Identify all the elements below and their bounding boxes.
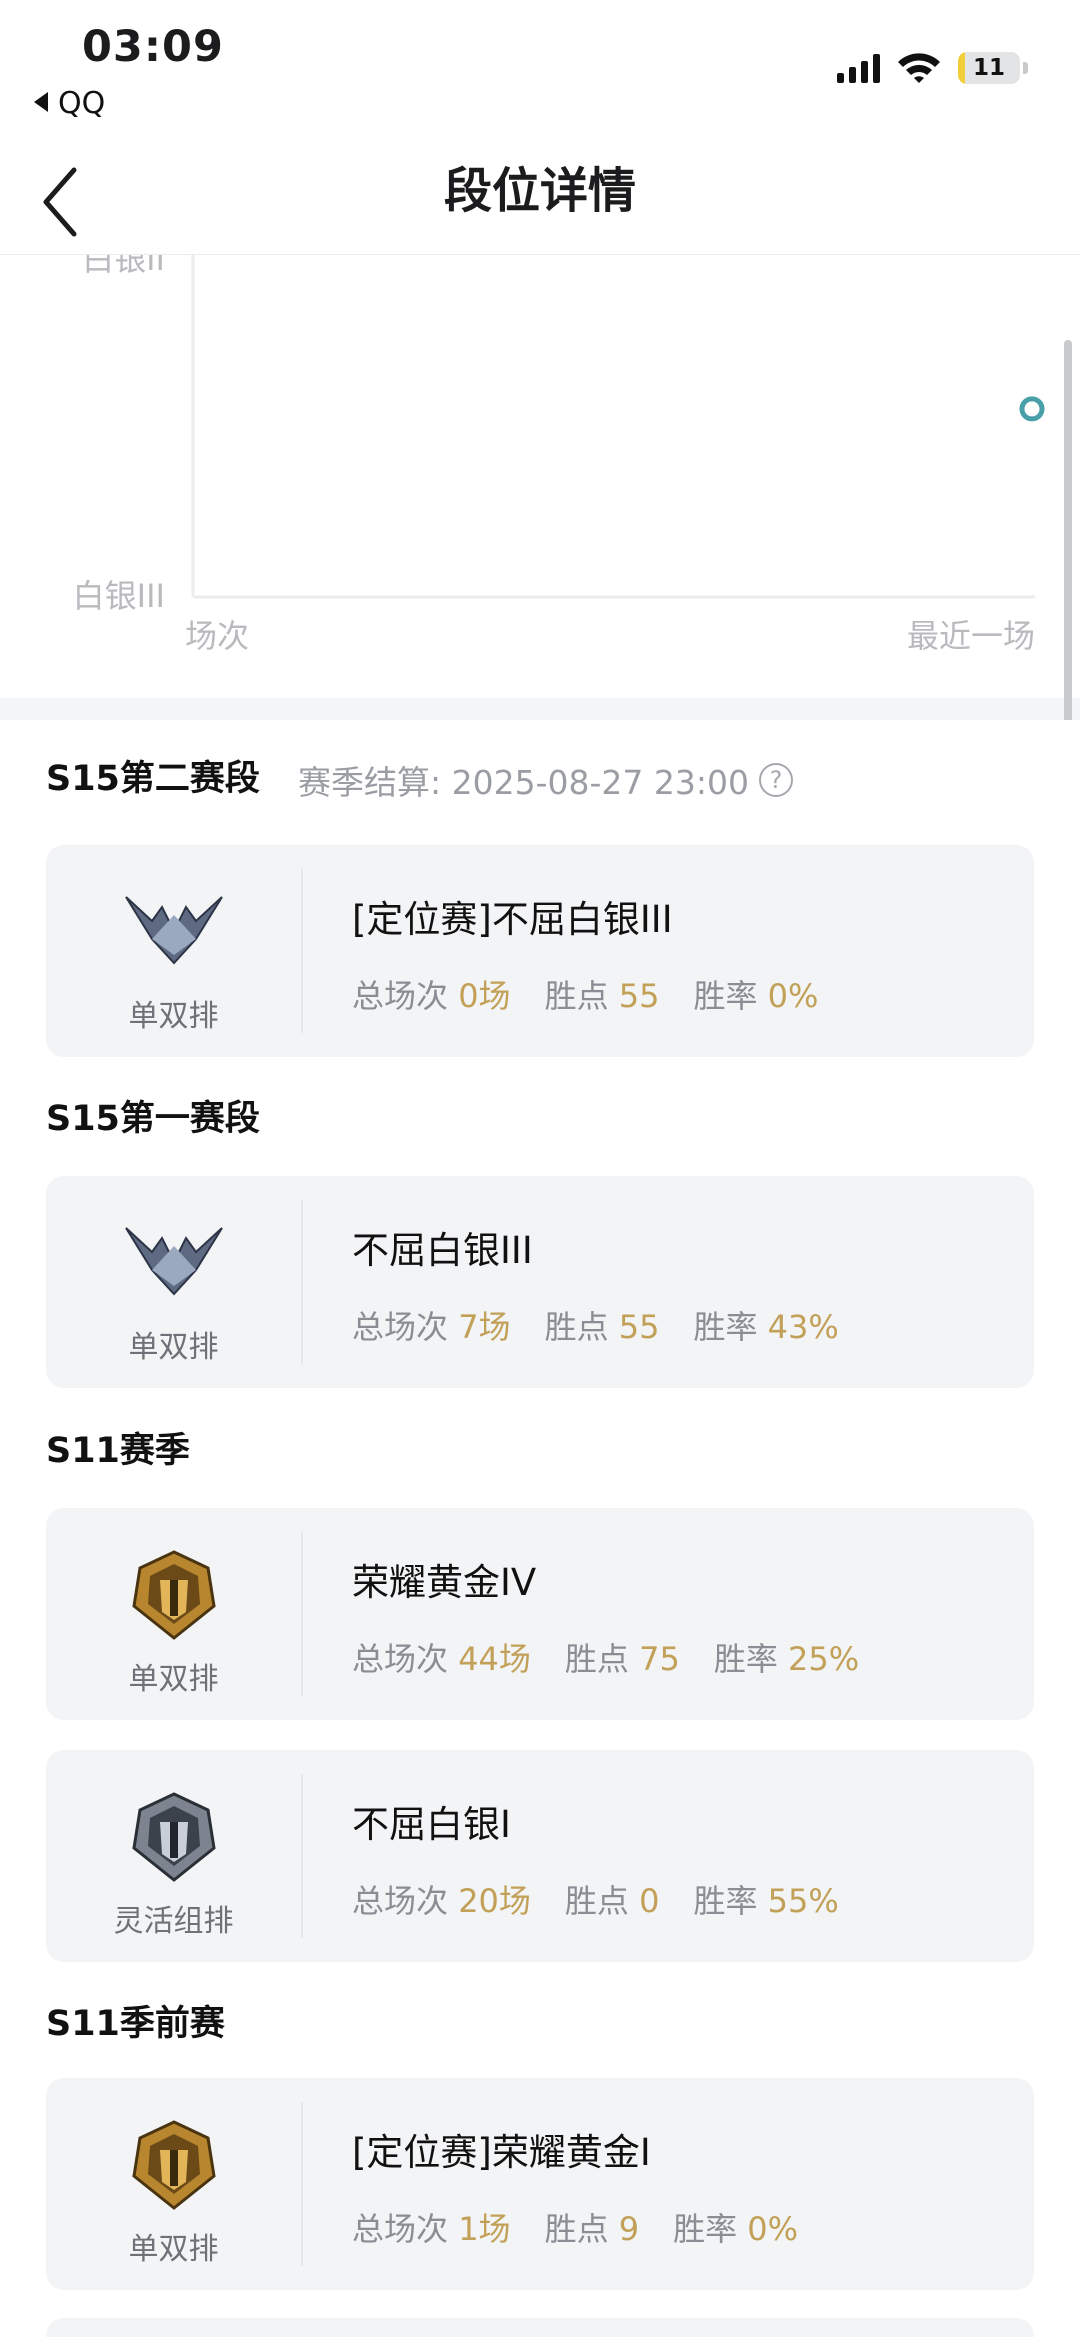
winrate-label: 胜率 <box>673 2210 738 2248</box>
lp-value: 75 <box>639 1640 680 1678</box>
games-label: 总场次 <box>352 1308 449 1346</box>
silver-emblem-icon <box>125 1227 223 1296</box>
rank-card[interactable]: 单双排 [定位赛]荣耀黄金I 总场次 1场 胜点 9 胜率 0% <box>46 2078 1034 2290</box>
card-divider <box>301 2102 303 2266</box>
rank-name: 荣耀黄金IV <box>352 1561 537 1604</box>
lp-label: 胜点 <box>564 1882 629 1920</box>
winrate-value: 55% <box>767 1882 839 1920</box>
winrate-label: 胜率 <box>693 1882 758 1920</box>
rank-card[interactable]: 单双排 荣耀黄金IV 总场次 44场 胜点 75 胜率 25% <box>46 1508 1034 1720</box>
winrate-value: 0% <box>747 2210 799 2248</box>
rank-card-partial <box>46 2318 1034 2337</box>
page-title: 段位详情 <box>443 163 636 219</box>
card-divider <box>301 1532 303 1696</box>
silver-helm-emblem-icon <box>132 1792 216 1882</box>
section-title: S15第二赛段 <box>46 759 260 799</box>
cellular-signal-icon <box>837 53 880 83</box>
games-label: 总场次 <box>352 1882 449 1920</box>
battery-level: 11 <box>972 55 1005 81</box>
rank-card[interactable]: 单双排 不屈白银III 总场次 7场 胜点 55 胜率 43% <box>46 1176 1034 1388</box>
lp-label: 胜点 <box>544 977 609 1015</box>
gold-emblem-icon <box>132 2120 216 2210</box>
chart-points <box>1019 396 1045 422</box>
winrate-value: 0% <box>767 977 819 1015</box>
section-title: S11季前赛 <box>46 2004 225 2044</box>
status-indicators: 11 <box>837 48 1028 88</box>
games-value: 44场 <box>458 1640 531 1678</box>
queue-type: 单双排 <box>128 999 219 1034</box>
winrate-value: 25% <box>788 1640 860 1678</box>
lp-value: 55 <box>618 1308 660 1346</box>
rank-name: [定位赛]不屈白银III <box>352 898 673 941</box>
section-title: S11赛季 <box>46 1431 190 1471</box>
rank-stats: 总场次 20场 胜点 0 胜率 55% <box>352 1876 839 1922</box>
rank-card[interactable]: 单双排 [定位赛]不屈白银III 总场次 0场 胜点 55 胜率 0% <box>46 845 1034 1057</box>
wifi-icon <box>898 53 940 83</box>
rank-stats: 总场次 7场 胜点 55 胜率 43% <box>352 1302 839 1348</box>
winrate-value: 43% <box>767 1308 839 1346</box>
games-value: 1场 <box>458 2210 511 2248</box>
back-app-label: QQ <box>58 86 106 121</box>
rank-name: 不屈白银I <box>352 1803 511 1846</box>
games-label: 总场次 <box>352 977 449 1015</box>
queue-type: 单双排 <box>128 2232 219 2267</box>
page-header: 段位详情 <box>0 150 1080 255</box>
x-tick-right: 最近一场 <box>907 617 1035 655</box>
queue-type: 单双排 <box>128 1662 219 1697</box>
back-triangle-icon <box>34 92 48 112</box>
battery-tip <box>1023 62 1028 74</box>
rank-chart-svg: 白银II 白银III 场次 最近一场 <box>73 255 1045 655</box>
lp-label: 胜点 <box>544 2210 609 2248</box>
chart-point[interactable] <box>1019 396 1045 422</box>
x-tick-left: 场次 <box>185 617 249 655</box>
settlement-text: 赛季结算: 2025-08-27 23:00 <box>298 763 749 802</box>
rank-stats: 总场次 0场 胜点 55 胜率 0% <box>352 971 818 1017</box>
rank-name: [定位赛]荣耀黄金I <box>352 2131 651 2174</box>
y-tick-bottom: 白银III <box>73 577 165 615</box>
winrate-label: 胜率 <box>693 977 758 1015</box>
rank-stats: 总场次 44场 胜点 75 胜率 25% <box>352 1634 859 1680</box>
season-settlement: 赛季结算: 2025-08-27 23:00 ? <box>298 756 793 804</box>
queue-type: 灵活组排 <box>113 1904 234 1939</box>
section-title: S15第一赛段 <box>46 1099 260 1139</box>
help-icon[interactable]: ? <box>758 763 793 797</box>
lp-label: 胜点 <box>564 1640 629 1678</box>
games-label: 总场次 <box>352 2210 449 2248</box>
y-tick-top: 白银II <box>82 255 165 278</box>
card-divider <box>301 869 303 1033</box>
queue-type: 单双排 <box>128 1330 219 1365</box>
rank-stats: 总场次 1场 胜点 9 胜率 0% <box>352 2204 798 2250</box>
lp-value: 0 <box>639 1882 660 1920</box>
winrate-label: 胜率 <box>693 1308 758 1346</box>
games-value: 20场 <box>458 1882 531 1920</box>
rank-trend-chart: 白银II 白银III 场次 最近一场 <box>0 255 1080 698</box>
gold-emblem-icon <box>132 1550 216 1640</box>
lp-label: 胜点 <box>544 1308 609 1346</box>
rank-card[interactable]: 灵活组排 不屈白银I 总场次 20场 胜点 0 胜率 55% <box>46 1750 1034 1962</box>
card-divider <box>301 1774 303 1938</box>
status-bar: 03:09 QQ 11 <box>0 0 1080 150</box>
games-label: 总场次 <box>352 1640 449 1678</box>
battery-icon: 11 <box>958 52 1020 84</box>
back-to-app-link[interactable]: QQ <box>34 86 105 121</box>
card-divider <box>301 1200 303 1364</box>
games-value: 0场 <box>458 977 511 1015</box>
lp-value: 9 <box>618 2210 640 2248</box>
season-list: S15第二赛段 赛季结算: 2025-08-27 23:00 ? 单双排 [定位… <box>0 720 1080 2337</box>
winrate-label: 胜率 <box>713 1640 778 1678</box>
silver-emblem-icon <box>125 896 223 965</box>
rank-name: 不屈白银III <box>352 1229 533 1272</box>
lp-value: 55 <box>618 977 660 1015</box>
games-value: 7场 <box>458 1308 511 1346</box>
status-time: 03:09 <box>82 22 224 72</box>
